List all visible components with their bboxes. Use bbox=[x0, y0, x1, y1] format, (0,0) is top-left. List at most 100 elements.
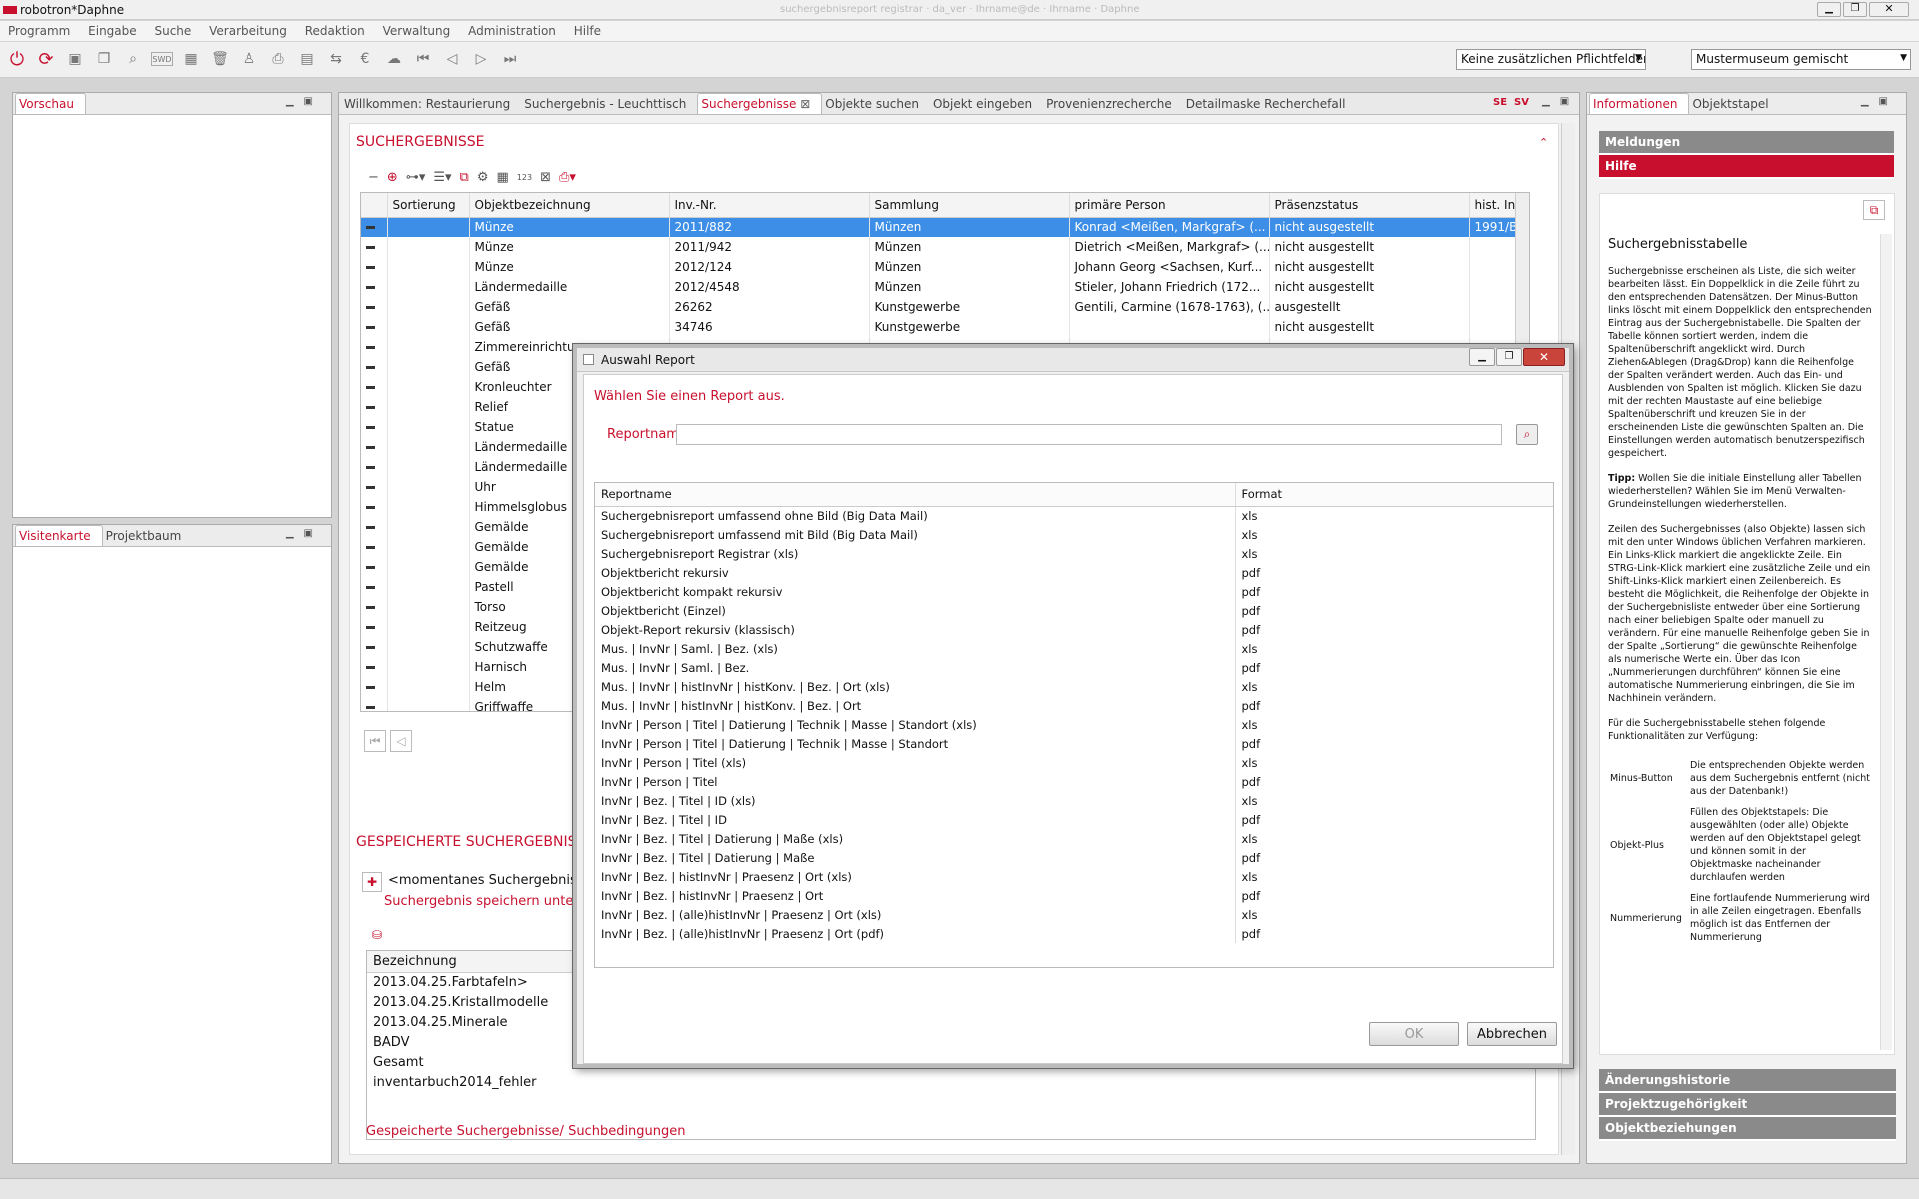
table-icon[interactable]: ▦ bbox=[496, 170, 508, 185]
dialog-close-button[interactable]: ✕ bbox=[1523, 348, 1565, 366]
export-icon[interactable]: ⧉ bbox=[460, 170, 469, 185]
objekt-plus-icon[interactable]: ⊕ bbox=[387, 170, 398, 185]
table-row[interactable]: Mus. | InvNr | Saml. | Bez. (xls) xls bbox=[595, 639, 1553, 658]
minus-button-icon[interactable] bbox=[366, 706, 375, 709]
close-button[interactable]: ✕ bbox=[1869, 2, 1909, 17]
col-sammlung[interactable]: Sammlung bbox=[869, 193, 1070, 218]
col-praesenz[interactable]: Präsenzstatus bbox=[1269, 193, 1470, 218]
print-icon[interactable]: ⎙ bbox=[267, 48, 289, 70]
menu-verwaltung[interactable]: Verwaltung bbox=[383, 24, 451, 38]
tab-provenienzrecherche[interactable]: Provenienzrecherche bbox=[1043, 94, 1183, 114]
table-row[interactable]: InvNr | Bez. | histInvNr | Praesenz | Or… bbox=[595, 867, 1553, 886]
add-saved-icon[interactable]: ✚ bbox=[362, 872, 382, 892]
table-row[interactable]: InvNr | Bez. | Titel | Datierung | Maße … bbox=[595, 829, 1553, 848]
last-icon[interactable]: ⏭ bbox=[499, 48, 521, 70]
section-hilfe[interactable]: Hilfe bbox=[1599, 155, 1894, 179]
euro-icon[interactable]: € bbox=[354, 48, 376, 70]
panel-controls[interactable]: ▁▣ bbox=[286, 528, 323, 539]
settings-icon[interactable]: ⚙ bbox=[477, 170, 489, 185]
first-icon[interactable]: ⏮ bbox=[412, 48, 434, 70]
table-row[interactable]: Münze 2011/942 Münzen Dietrich <Meißen, Mar… bbox=[361, 237, 1529, 257]
minus-button-icon[interactable] bbox=[366, 606, 375, 609]
user-icon[interactable]: ♙ bbox=[238, 48, 260, 70]
minus-button-icon[interactable] bbox=[366, 426, 375, 429]
tab-leuchttisch[interactable]: Suchergebnis - Leuchttisch bbox=[521, 94, 697, 114]
pflichtfelder-dropdown[interactable]: Keine zusätzlichen Pflichtfelder ▼ bbox=[1456, 49, 1646, 70]
table-row[interactable]: Suchergebnisreport umfassend ohne Bild (… bbox=[595, 506, 1553, 525]
minus-button-icon[interactable] bbox=[366, 366, 375, 369]
table-row[interactable]: InvNr | Bez. | Titel | Datierung | Maße p… bbox=[595, 848, 1553, 867]
table-row[interactable]: InvNr | Person | Titel | Datierung | Tec… bbox=[595, 715, 1553, 734]
tab-objekt-eingeben[interactable]: Objekt eingeben bbox=[930, 94, 1043, 114]
tab-objekte-suchen[interactable]: Objekte suchen bbox=[822, 94, 930, 114]
minus-button-icon[interactable] bbox=[366, 286, 375, 289]
search-icon[interactable]: ⌕ bbox=[122, 48, 144, 70]
dialog-minimize-button[interactable]: ▁ bbox=[1469, 348, 1495, 366]
minus-button-icon[interactable] bbox=[366, 446, 375, 449]
menu-suche[interactable]: Suche bbox=[154, 24, 191, 38]
table-row[interactable]: Mus. | InvNr | Saml. | Bez. pdf bbox=[595, 658, 1553, 677]
table-row[interactable]: InvNr | Bez. | (alle)histInvNr | Praesen… bbox=[595, 905, 1553, 924]
table-row[interactable]: InvNr | Bez. | Titel | ID (xls) xls bbox=[595, 791, 1553, 810]
collapse-icon[interactable]: ⌃ bbox=[1539, 136, 1548, 149]
col-invnr[interactable]: Inv.-Nr. bbox=[669, 193, 870, 218]
table-row[interactable]: Münze 2011/882 Münzen Konrad <Meißen, Markg… bbox=[361, 217, 1529, 237]
minus-button-icon[interactable] bbox=[366, 266, 375, 269]
reportname-input[interactable] bbox=[676, 424, 1502, 445]
minus-button-icon[interactable] bbox=[366, 306, 375, 309]
help-export-icon[interactable]: ⧉ bbox=[1863, 200, 1885, 220]
section-objektbeziehungen[interactable]: Objektbeziehungen bbox=[1599, 1117, 1896, 1141]
museum-dropdown[interactable]: Mustermuseum gemischt ▼ bbox=[1691, 49, 1911, 70]
table-row[interactable]: Gefäß 26262 Kunstgewerbe Gentili, Carmine (… bbox=[361, 297, 1529, 317]
minus-button-icon[interactable] bbox=[366, 646, 375, 649]
table-row[interactable]: InvNr | Bez. | histInvNr | Praesenz | Or… bbox=[595, 886, 1553, 905]
cancel-button[interactable]: Abbrechen bbox=[1467, 1022, 1557, 1046]
minus-button-icon[interactable] bbox=[366, 666, 375, 669]
section-projektzugehoerigkeit[interactable]: Projektzugehörigkeit bbox=[1599, 1093, 1896, 1117]
menu-administration[interactable]: Administration bbox=[468, 24, 556, 38]
table-row[interactable]: Suchergebnisreport Registrar (xls) xls bbox=[595, 544, 1553, 563]
folder-icon[interactable]: ▤ bbox=[296, 48, 318, 70]
table-row[interactable]: Mus. | InvNr | histInvNr | histKonv. | B… bbox=[595, 696, 1553, 715]
save-icon[interactable]: ▣ bbox=[64, 48, 86, 70]
table-row[interactable]: Objekt-Report rekursiv (klassisch) pdf bbox=[595, 620, 1553, 639]
minus-button-icon[interactable] bbox=[366, 346, 375, 349]
excel-icon[interactable]: ⊠ bbox=[540, 170, 551, 185]
swd-icon[interactable]: SWD bbox=[151, 52, 173, 66]
power-icon[interactable]: ⏻ bbox=[6, 48, 28, 70]
minus-button-icon[interactable] bbox=[366, 386, 375, 389]
panel-controls[interactable]: ▁▣ bbox=[1542, 96, 1579, 107]
list-item[interactable]: inventarbuch2014_fehler bbox=[367, 1073, 1535, 1093]
minus-button-icon[interactable] bbox=[366, 526, 375, 529]
next-icon[interactable]: ▷ bbox=[470, 48, 492, 70]
tab-vorschau[interactable]: Vorschau bbox=[15, 93, 86, 114]
dialog-maximize-button[interactable]: ❐ bbox=[1496, 348, 1522, 366]
section-meldungen[interactable]: Meldungen bbox=[1599, 131, 1894, 155]
menu-redaktion[interactable]: Redaktion bbox=[305, 24, 365, 38]
minus-button-icon[interactable] bbox=[366, 226, 375, 230]
table-row[interactable]: Mus. | InvNr | histInvNr | histKonv. | B… bbox=[595, 677, 1553, 696]
copy-icon[interactable]: ❐ bbox=[93, 48, 115, 70]
tab-projektbaum[interactable]: Projektbaum bbox=[103, 526, 193, 546]
ok-button[interactable]: OK bbox=[1369, 1022, 1459, 1046]
minus-button-icon[interactable] bbox=[366, 566, 375, 569]
menu-programm[interactable]: Programm bbox=[8, 24, 70, 38]
tab-informationen[interactable]: Informationen bbox=[1589, 93, 1690, 114]
table-row[interactable]: InvNr | Person | Titel | Datierung | Tec… bbox=[595, 734, 1553, 753]
minus-button-icon[interactable] bbox=[366, 626, 375, 629]
panel-controls[interactable]: ▁▣ bbox=[286, 96, 323, 107]
help-scrollbar[interactable] bbox=[1880, 234, 1892, 1050]
table-row[interactable]: Gefäß 34746 Kunstgewerbe nicht ausgestellt bbox=[361, 317, 1529, 337]
lang-sv[interactable]: SV bbox=[1514, 97, 1529, 108]
saved-footer-link[interactable]: Gespeicherte Suchergebnisse/ Suchbedingu… bbox=[366, 1124, 686, 1139]
refresh-icon[interactable]: ⟳ bbox=[35, 48, 57, 70]
table-row[interactable]: InvNr | Bez. | Titel | ID pdf bbox=[595, 810, 1553, 829]
minimize-button[interactable]: ▁ bbox=[1817, 2, 1841, 17]
table-row[interactable]: Objektbericht rekursiv pdf bbox=[595, 563, 1553, 582]
prev-icon[interactable]: ◁ bbox=[441, 48, 463, 70]
minus-button-icon[interactable] bbox=[366, 406, 375, 409]
list-icon[interactable]: ☰▾ bbox=[433, 170, 451, 185]
report-icon[interactable]: ⎙▾ bbox=[559, 170, 576, 185]
numbering-icon[interactable]: 123 bbox=[517, 173, 532, 185]
minus-button-icon[interactable] bbox=[366, 686, 375, 689]
